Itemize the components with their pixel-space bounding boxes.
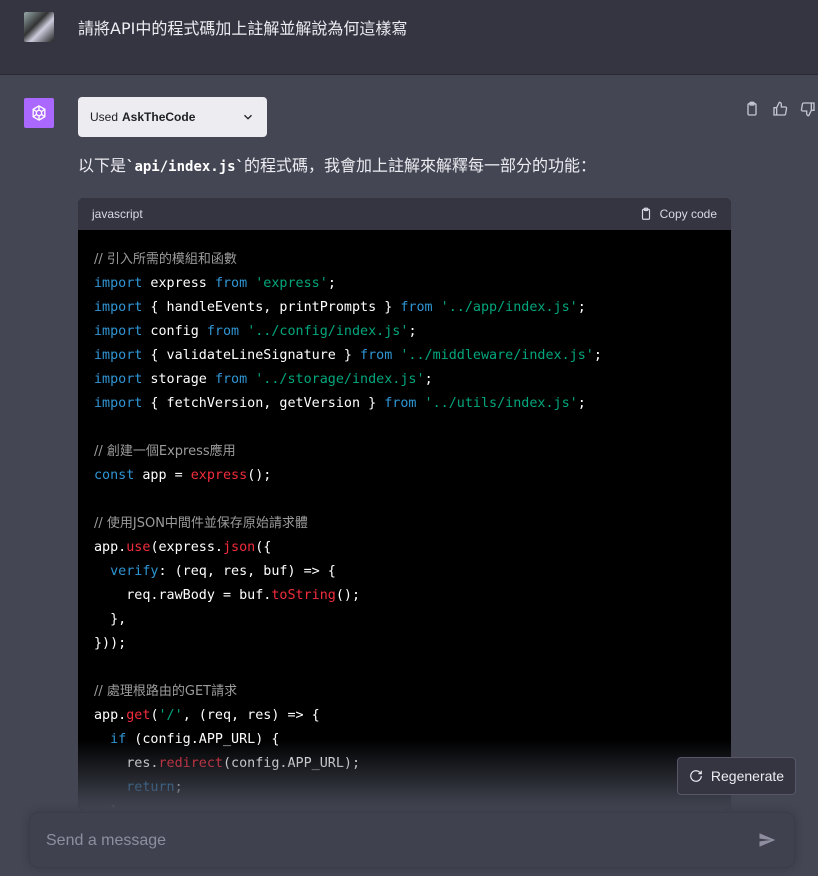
thumbs-down-icon[interactable] bbox=[800, 101, 816, 117]
thumbs-up-icon[interactable] bbox=[772, 101, 788, 117]
copy-code-label: Copy code bbox=[659, 207, 717, 221]
send-icon[interactable] bbox=[758, 831, 776, 849]
user-message-row: 請將API中的程式碼加上註解並解說為何這樣寫 bbox=[0, 0, 818, 75]
code-language: javascript bbox=[92, 207, 143, 221]
plugin-used-prefix: Used bbox=[90, 110, 119, 124]
refresh-icon bbox=[689, 769, 703, 783]
plugin-name: AskTheCode bbox=[122, 110, 196, 124]
openai-logo-icon bbox=[24, 98, 54, 128]
code-block: javascript Copy code // 引入所需的模組和函數 impor… bbox=[78, 198, 731, 810]
message-composer bbox=[29, 812, 795, 869]
code-block-header: javascript Copy code bbox=[78, 198, 731, 230]
regenerate-button[interactable]: Regenerate bbox=[677, 757, 796, 795]
message-actions bbox=[744, 101, 816, 117]
intro-before: 以下是 bbox=[78, 156, 127, 175]
user-avatar bbox=[24, 12, 54, 42]
assistant-intro-text: 以下是`api/index.js`的程式碼，我會加上註解來解釋每一部分的功能： bbox=[78, 152, 596, 176]
clipboard-icon[interactable] bbox=[744, 101, 760, 117]
user-message-text: 請將API中的程式碼加上註解並解說為何這樣寫 bbox=[78, 19, 408, 38]
intro-filename: `api/index.js` bbox=[126, 159, 245, 175]
message-input[interactable] bbox=[44, 813, 728, 869]
regenerate-label: Regenerate bbox=[710, 768, 785, 784]
clipboard-icon bbox=[639, 207, 653, 221]
chevron-down-icon bbox=[241, 110, 255, 124]
plugin-used-toggle[interactable]: Used AskTheCode bbox=[78, 97, 267, 137]
code-content: // 引入所需的模組和函數 import express from 'expre… bbox=[94, 252, 602, 810]
copy-code-button[interactable]: Copy code bbox=[639, 207, 717, 221]
intro-after: 的程式碼，我會加上註解來解釋每一部分的功能： bbox=[244, 156, 597, 175]
